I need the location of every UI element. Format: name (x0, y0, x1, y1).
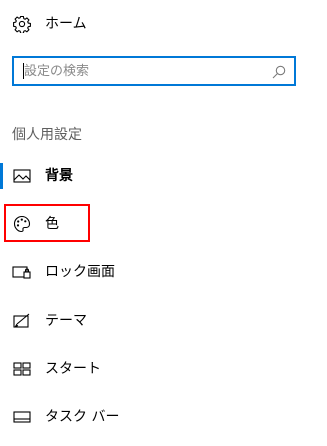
gear-icon (12, 14, 32, 34)
nav-item-start[interactable]: スタート (12, 357, 101, 381)
section-title: 個人用設定 (12, 127, 82, 143)
nav-label: ロック画面 (45, 264, 115, 280)
search-box[interactable] (12, 56, 296, 86)
nav-item-colors[interactable]: 色 (12, 212, 59, 236)
text-caret (23, 63, 24, 79)
start-icon (12, 359, 32, 379)
search-input[interactable] (14, 58, 274, 84)
nav-label: タスク バー (45, 409, 120, 425)
picture-icon (12, 166, 32, 186)
home-link[interactable]: ホーム (12, 12, 87, 36)
nav-label: スタート (45, 361, 101, 377)
lock-screen-icon (12, 262, 32, 282)
palette-icon (12, 214, 32, 234)
nav-item-themes[interactable]: テーマ (12, 309, 87, 333)
nav-item-taskbar[interactable]: タスク バー (12, 405, 119, 429)
nav-label: 色 (45, 216, 59, 232)
selection-indicator (0, 163, 3, 189)
nav-item-background[interactable]: 背景 (12, 164, 73, 188)
search-icon[interactable] (272, 64, 286, 79)
nav-item-lock-screen[interactable]: ロック画面 (12, 260, 115, 284)
nav-label: テーマ (45, 313, 87, 329)
theme-icon (12, 311, 32, 331)
home-label: ホーム (45, 16, 87, 32)
taskbar-icon (12, 407, 32, 427)
nav-label: 背景 (45, 168, 73, 184)
